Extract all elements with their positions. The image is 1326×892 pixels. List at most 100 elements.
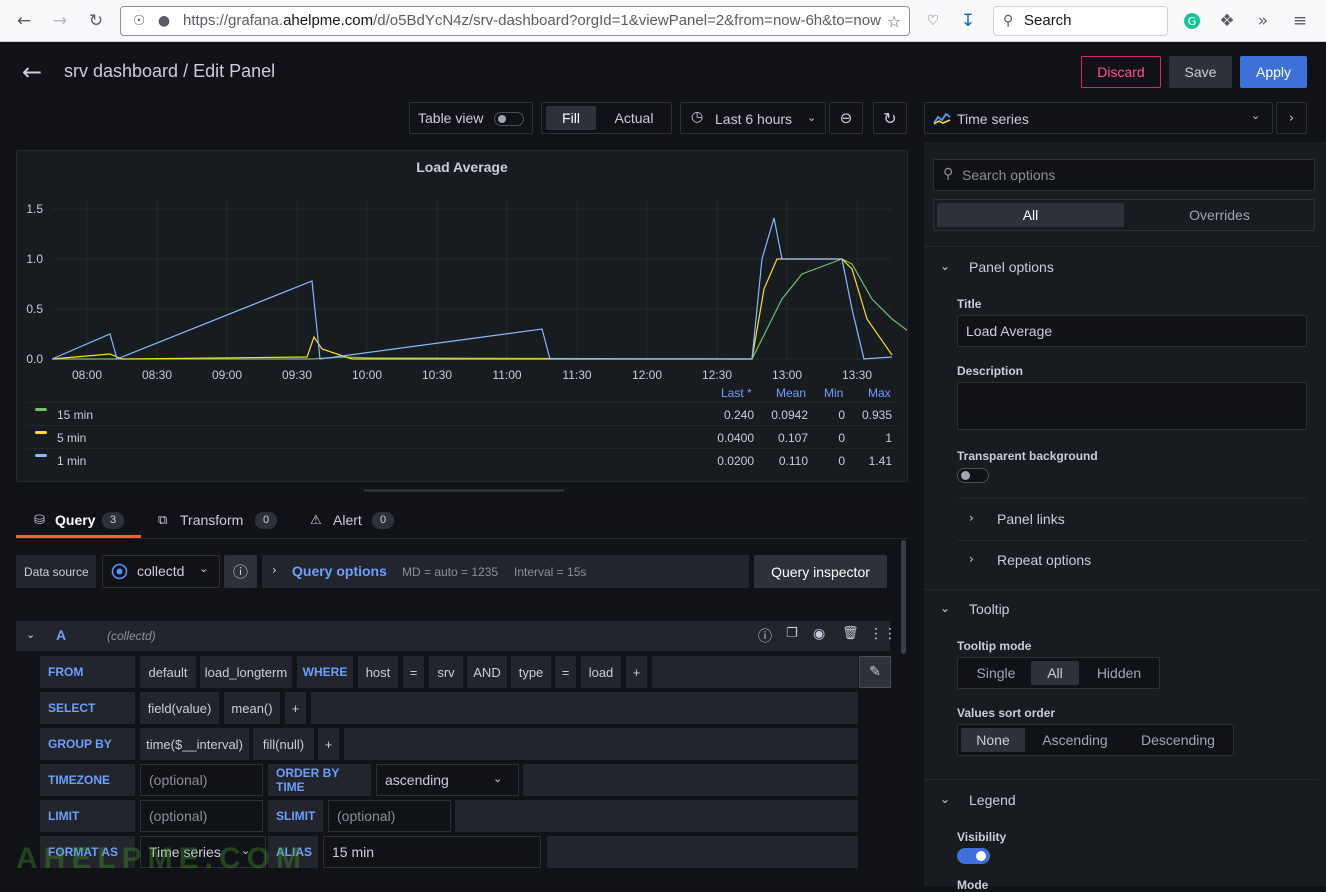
forward-icon[interactable]: → [48, 9, 72, 33]
refresh-button[interactable]: ↻ [873, 102, 907, 134]
query-ref-id[interactable]: A [56, 627, 66, 643]
lock-icon[interactable]: ● [152, 9, 176, 33]
sort-order-label: Values sort order [957, 706, 1056, 720]
browser-search-input[interactable]: ⚲ Search [993, 6, 1168, 36]
save-button[interactable]: Save [1169, 56, 1232, 88]
options-scrollbar[interactable] [1318, 142, 1326, 886]
visualization-picker[interactable]: Time series ⌄ [924, 102, 1273, 134]
edit-raw-query-button[interactable]: ✎ [859, 656, 891, 688]
table-view-toggle[interactable]: Table view [409, 102, 533, 134]
zoom-out-button[interactable]: ⊖ [829, 102, 863, 134]
pocket-icon[interactable]: ♡ [921, 9, 945, 33]
legend-header-max[interactable]: Max [868, 386, 891, 400]
transparent-bg-switch[interactable] [957, 468, 989, 483]
where-value-load[interactable]: load [581, 656, 621, 688]
groupby-fill[interactable]: fill(null) [253, 728, 314, 760]
description-textarea[interactable] [957, 382, 1307, 430]
fill-button[interactable]: Fill [546, 106, 596, 130]
section-panel-options[interactable]: Panel options [969, 259, 1054, 275]
where-add-button[interactable]: + [626, 656, 647, 688]
orderby-select[interactable]: ascending ⌄ [376, 764, 519, 796]
tab-all-options[interactable]: All [937, 203, 1124, 227]
actual-button[interactable]: Actual [606, 106, 662, 130]
groupby-time[interactable]: time($__interval) [140, 728, 249, 760]
datasource-picker[interactable]: collectd ⌄ [102, 555, 220, 588]
and-condition[interactable]: AND [467, 656, 507, 688]
chevron-right-icon[interactable]: › [969, 552, 974, 566]
eye-icon[interactable]: ◉ [813, 626, 825, 642]
divider [957, 498, 1307, 499]
where-key-host[interactable]: host [358, 656, 398, 688]
tooltip-mode-all[interactable]: All [1031, 661, 1079, 685]
collapse-options-button[interactable]: › [1276, 102, 1307, 134]
groupby-add-button[interactable]: + [318, 728, 339, 760]
query-row-header[interactable]: ⌄ A (collectd) ⓘ ❐ ◉ 🗑 ⋮⋮ [16, 621, 897, 651]
discard-button[interactable]: Discard [1081, 56, 1161, 88]
select-aggregation[interactable]: mean() [224, 692, 280, 724]
overflow-chevron-icon[interactable]: » [1251, 9, 1275, 33]
formatas-row-filler [547, 836, 858, 868]
limit-input[interactable]: (optional) [140, 800, 263, 832]
from-measurement[interactable]: load_longterm [200, 656, 292, 688]
where-key-type[interactable]: type [511, 656, 551, 688]
time-range-picker[interactable]: ◷ Last 6 hours ⌄ [680, 102, 826, 134]
tooltip-mode-hidden[interactable]: Hidden [1081, 661, 1157, 685]
section-tooltip[interactable]: Tooltip [969, 601, 1009, 617]
query-inspector-button[interactable]: Query inspector [754, 555, 887, 588]
legend-row[interactable]: 15 min 0.240 0.0942 0 0.935 [27, 402, 897, 425]
legend-header-mean[interactable]: Mean [776, 386, 806, 400]
legend-row[interactable]: 5 min 0.0400 0.107 0 1 [27, 425, 897, 448]
legend-header-last[interactable]: Last * [721, 386, 752, 400]
copy-icon[interactable]: ❐ [786, 626, 798, 641]
legend-header-min[interactable]: Min [824, 386, 843, 400]
tab-query[interactable]: ⛁ Query 3 [16, 506, 141, 538]
chevron-down-icon[interactable]: ⌄ [940, 792, 950, 806]
query-scrollbar[interactable] [901, 540, 906, 654]
tab-alert[interactable]: ⚠ Alert 0 [310, 506, 400, 538]
where-operator[interactable]: = [403, 656, 424, 688]
query-options-bar[interactable]: › Query options MD = auto = 1235 Interva… [262, 555, 749, 588]
from-policy[interactable]: default [140, 656, 196, 688]
section-repeat-options[interactable]: Repeat options [997, 552, 1091, 568]
slimit-input[interactable]: (optional) [328, 800, 451, 832]
shield-icon[interactable]: ☉ [127, 9, 151, 33]
table-view-switch[interactable] [494, 112, 524, 126]
back-arrow-icon[interactable]: ← [22, 58, 42, 86]
chevron-right-icon[interactable]: › [969, 511, 974, 525]
trash-icon[interactable]: 🗑 [842, 626, 859, 641]
title-input[interactable]: Load Average [957, 315, 1307, 347]
legend-visibility-switch[interactable] [957, 848, 990, 864]
search-options-input[interactable]: ⚲ Search options [933, 159, 1315, 191]
extension-icon[interactable]: ❖ [1215, 9, 1239, 33]
section-panel-links[interactable]: Panel links [997, 511, 1065, 527]
panel-resize-handle[interactable] [364, 489, 564, 492]
chevron-down-icon[interactable]: ⌄ [26, 628, 35, 641]
grammarly-icon[interactable]: G [1180, 9, 1204, 33]
tab-overrides[interactable]: Overrides [1126, 203, 1313, 227]
reload-icon[interactable]: ↻ [84, 9, 108, 33]
hamburger-menu-icon[interactable]: ≡ [1288, 9, 1312, 33]
back-icon[interactable]: ← [12, 9, 36, 33]
chevron-down-icon[interactable]: ⌄ [940, 601, 950, 615]
apply-button[interactable]: Apply [1240, 56, 1307, 88]
where-operator[interactable]: = [555, 656, 576, 688]
alias-input[interactable]: 15 min [323, 836, 541, 868]
tab-transform[interactable]: ⧉ Transform 0 [156, 506, 282, 538]
drag-handle-icon[interactable]: ⋮⋮ [869, 626, 897, 642]
datasource-help-button[interactable]: ⓘ [224, 555, 257, 588]
download-icon[interactable]: ↧ [956, 9, 980, 33]
where-value-srv[interactable]: srv [429, 656, 463, 688]
select-field[interactable]: field(value) [140, 692, 219, 724]
select-add-button[interactable]: + [285, 692, 306, 724]
sort-order-none[interactable]: None [961, 728, 1025, 752]
sort-order-descending[interactable]: Descending [1126, 728, 1230, 752]
help-icon[interactable]: ⓘ [758, 626, 772, 646]
section-legend[interactable]: Legend [969, 792, 1016, 808]
chevron-down-icon[interactable]: ⌄ [940, 259, 950, 273]
tooltip-mode-single[interactable]: Single [961, 661, 1031, 685]
legend-row[interactable]: 1 min 0.0200 0.110 0 1.41 [27, 448, 897, 471]
url-bar[interactable]: https://grafana.ahelpme.com/d/o5BdYcN4z/… [120, 6, 910, 36]
bookmark-star-icon[interactable]: ☆ [882, 9, 906, 33]
timezone-input[interactable]: (optional) [140, 764, 263, 796]
sort-order-ascending[interactable]: Ascending [1029, 728, 1121, 752]
